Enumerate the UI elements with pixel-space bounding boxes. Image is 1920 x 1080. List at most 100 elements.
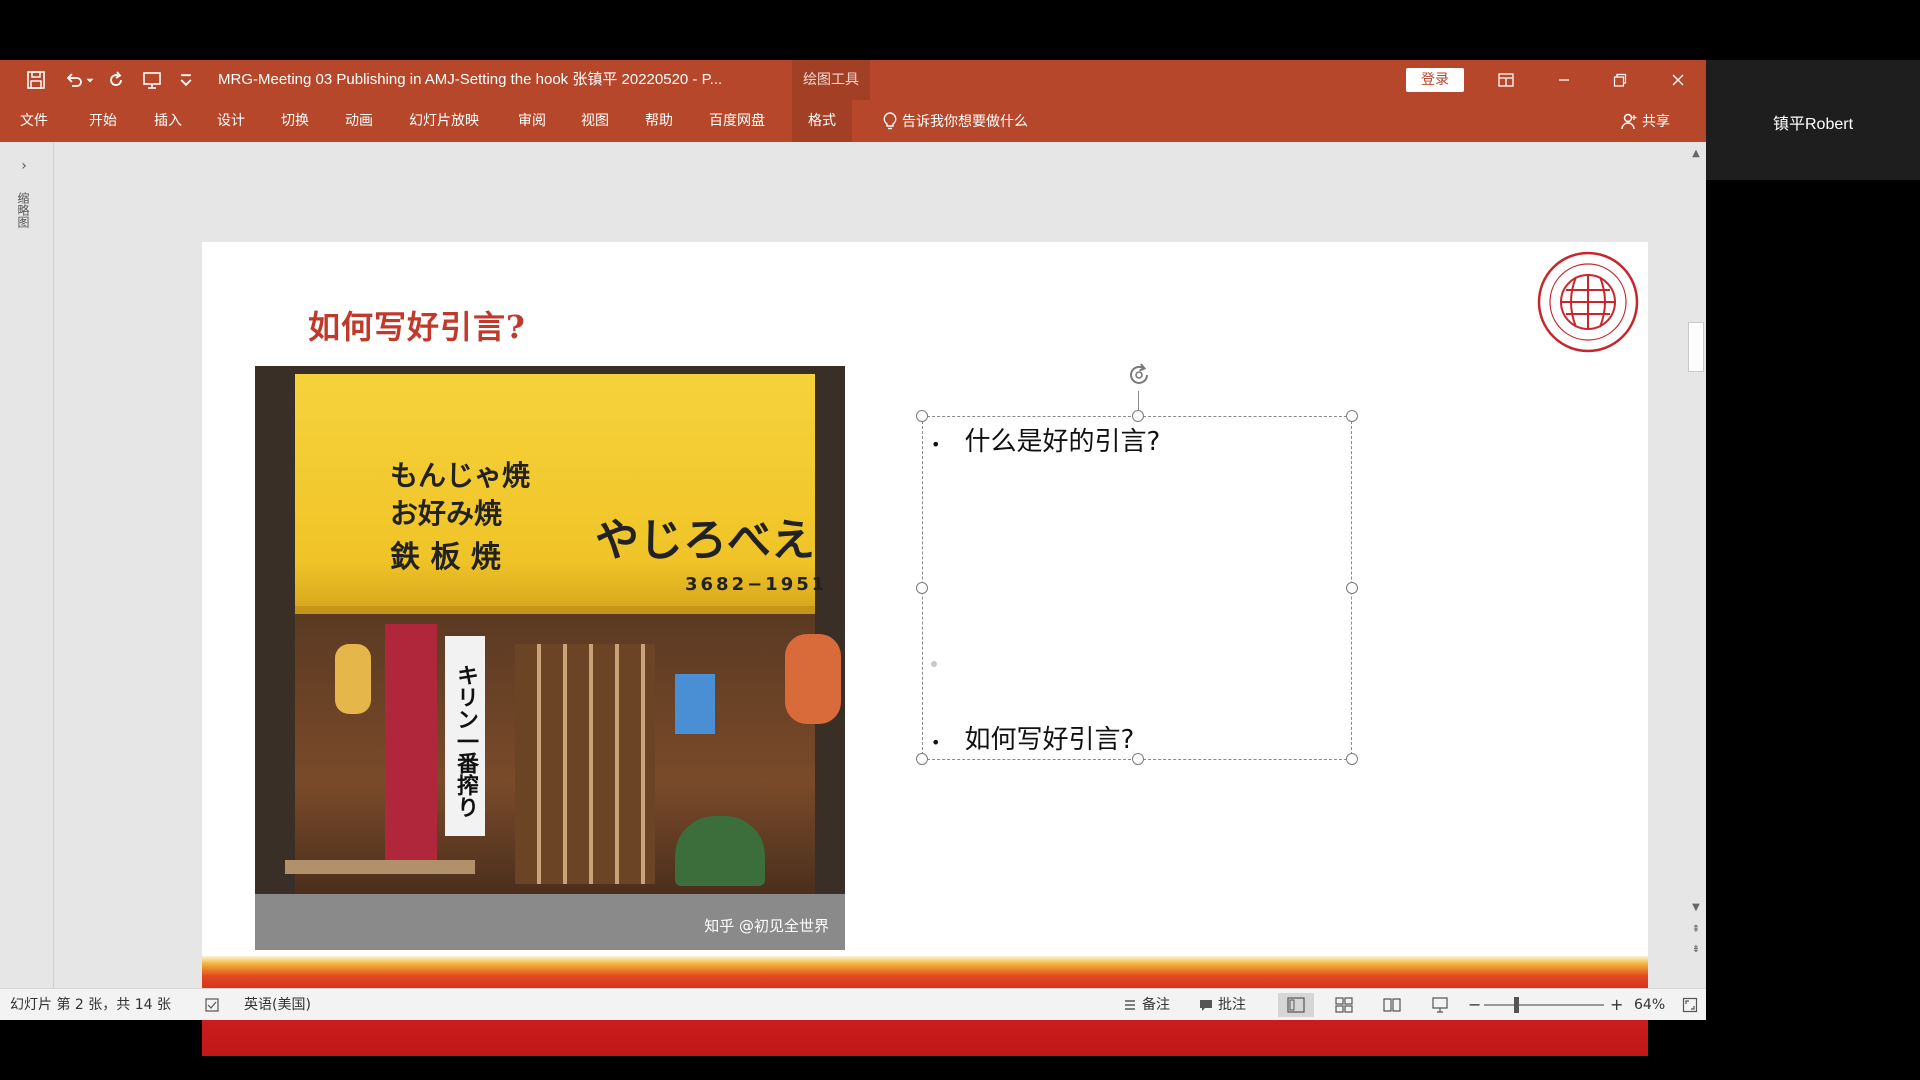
- slideshow-view-icon[interactable]: [1422, 993, 1458, 1017]
- resize-handle-left[interactable]: [916, 582, 928, 594]
- minimize-icon[interactable]: [1536, 60, 1592, 100]
- tab-help[interactable]: 帮助: [641, 100, 677, 142]
- bullet-text: 什么是好的引言?: [964, 427, 1161, 457]
- resize-handle-top-left[interactable]: [916, 410, 928, 422]
- awning-text-okonomiyaki: お好み焼: [390, 497, 503, 530]
- resize-handle-bottom-right[interactable]: [1346, 753, 1358, 765]
- tab-home[interactable]: 开始: [85, 100, 121, 142]
- thumbnail-pane: › 缩略图: [0, 142, 54, 988]
- photo-watermark: 知乎 @初见全世界: [704, 917, 829, 935]
- bullet-dot: •: [931, 733, 941, 752]
- resize-handle-bottom-left[interactable]: [916, 753, 928, 765]
- tab-animations[interactable]: 动画: [341, 100, 377, 142]
- thumbnail-pane-label[interactable]: 缩略图: [16, 192, 32, 228]
- customize-qat-icon[interactable]: [178, 68, 194, 92]
- resize-handle-top-right[interactable]: [1346, 410, 1358, 422]
- share-label: 共享: [1642, 114, 1670, 130]
- tab-review[interactable]: 审阅: [514, 100, 550, 142]
- undo-icon[interactable]: [62, 68, 86, 92]
- ribbon-display-options-icon[interactable]: [1478, 60, 1534, 100]
- tab-format[interactable]: 格式: [792, 100, 852, 142]
- tab-insert[interactable]: 插入: [150, 100, 186, 142]
- tab-design[interactable]: 设计: [213, 100, 249, 142]
- notes-button[interactable]: 备注: [1122, 989, 1170, 1021]
- powerpoint-window: MRG-Meeting 03 Publishing in AMJ-Setting…: [0, 60, 1706, 1056]
- awning-text-teppanyaki: 鉄 板 焼: [390, 540, 501, 575]
- awning-text-monjayaki: もんじゃ焼: [390, 459, 531, 492]
- empty-bullet-placeholder: [931, 661, 937, 667]
- scroll-down-arrow-icon[interactable]: ▼: [1690, 902, 1702, 914]
- zoom-slider[interactable]: [1484, 1004, 1604, 1006]
- expand-thumbnails-chevron-icon[interactable]: ›: [16, 158, 32, 174]
- previous-slide-icon[interactable]: ⇞: [1690, 924, 1702, 936]
- tell-me-text: 告诉我你想要做什么: [902, 114, 1028, 130]
- reading-view-icon[interactable]: [1374, 993, 1410, 1017]
- slide-editing-canvas: 如何写好引言? キリン一番搾り もんじゃ焼 お好み焼 鉄 板 焼 やじろべえ 3…: [54, 142, 1686, 1056]
- vertical-scrollbar[interactable]: ▲ ▼ ⇞ ⇟: [1686, 142, 1706, 988]
- undo-dropdown-icon[interactable]: [84, 68, 96, 92]
- save-icon[interactable]: [24, 68, 48, 92]
- comments-label: 批注: [1218, 997, 1246, 1013]
- comments-button[interactable]: 批注: [1198, 989, 1246, 1021]
- bullet-item[interactable]: • 什么是好的引言?: [931, 421, 1160, 458]
- tab-view[interactable]: 视图: [577, 100, 613, 142]
- fit-slide-to-window-icon[interactable]: [1682, 989, 1698, 1021]
- scroll-up-arrow-icon[interactable]: ▲: [1690, 148, 1702, 160]
- potted-plants: [675, 816, 765, 886]
- tab-transitions[interactable]: 切换: [277, 100, 313, 142]
- user-name: 镇平Robert: [1772, 116, 1854, 133]
- notes-icon: [1125, 1000, 1135, 1010]
- slide-sorter-view-icon[interactable]: [1326, 993, 1362, 1017]
- ribbon-tab-bar: 文件 开始 插入 设计 切换 动画 幻灯片放映 审阅 视图 帮助 百度网盘 格式…: [0, 100, 1706, 142]
- zoom-level[interactable]: 64%: [1634, 989, 1665, 1021]
- comment-icon: [1200, 1000, 1212, 1011]
- tab-baidu-netdisk[interactable]: 百度网盘: [705, 100, 769, 142]
- red-banner: [385, 624, 437, 864]
- storefront-photo[interactable]: キリン一番搾り もんじゃ焼 お好み焼 鉄 板 焼 やじろべえ 3682−1951: [255, 366, 845, 950]
- user-panel: 镇平Robert: [1706, 60, 1920, 180]
- tell-me-search[interactable]: 告诉我你想要做什么: [882, 100, 1028, 142]
- normal-view-icon[interactable]: [1278, 993, 1314, 1017]
- screen: MRG-Meeting 03 Publishing in AMJ-Setting…: [0, 0, 1920, 1080]
- kirin-banner-text: キリン一番搾り: [453, 664, 478, 818]
- next-slide-icon[interactable]: ⇟: [1690, 944, 1702, 956]
- bullet-item[interactable]: • 如何写好引言?: [931, 719, 1134, 756]
- drawing-tools-context-label: 绘图工具: [792, 60, 870, 100]
- slide-title[interactable]: 如何写好引言?: [308, 302, 526, 348]
- close-icon[interactable]: [1650, 60, 1706, 100]
- lightbulb-icon: [883, 112, 897, 130]
- start-slideshow-icon[interactable]: [140, 68, 164, 92]
- poster: [675, 674, 715, 734]
- redo-icon[interactable]: [104, 68, 128, 92]
- awning-shop-name: やじろべえ: [595, 515, 815, 566]
- zoom-out-icon[interactable]: −: [1468, 989, 1481, 1021]
- language-indicator[interactable]: 英语(美国): [244, 989, 311, 1021]
- yellow-awning: もんじゃ焼 お好み焼 鉄 板 焼 やじろべえ 3682−1951: [295, 374, 824, 614]
- tab-slideshow[interactable]: 幻灯片放映: [405, 100, 483, 142]
- accessibility-check-icon[interactable]: [204, 989, 220, 1021]
- university-emblem-logo: [1537, 251, 1639, 353]
- lantern-right: [785, 634, 841, 724]
- status-bar: 幻灯片 第 2 张，共 14 张 英语(美国) 备注 批注 − + 64%: [0, 988, 1706, 1020]
- bullet-text-box[interactable]: • 什么是好的引言? • 如何写好引言?: [916, 363, 1358, 765]
- notes-label: 备注: [1142, 997, 1170, 1013]
- awning-phone-number: 3682−1951: [685, 574, 828, 595]
- resize-handle-right[interactable]: [1346, 582, 1358, 594]
- title-bar: MRG-Meeting 03 Publishing in AMJ-Setting…: [0, 60, 1706, 100]
- bullet-dot: •: [931, 435, 941, 454]
- scroll-thumb[interactable]: [1688, 322, 1704, 372]
- document-title: MRG-Meeting 03 Publishing in AMJ-Setting…: [218, 71, 723, 88]
- zoom-slider-knob[interactable]: [1514, 997, 1519, 1013]
- lantern-left: [335, 644, 371, 714]
- rotate-handle-icon[interactable]: [1125, 361, 1153, 389]
- shop-door: [515, 644, 655, 884]
- share-button[interactable]: 共享: [1620, 100, 1670, 142]
- bullet-text: 如何写好引言?: [964, 725, 1135, 755]
- slide-counter[interactable]: 幻灯片 第 2 张，共 14 张: [10, 989, 171, 1021]
- tab-file[interactable]: 文件: [16, 100, 52, 142]
- slide[interactable]: 如何写好引言? キリン一番搾り もんじゃ焼 お好み焼 鉄 板 焼 やじろべえ 3…: [202, 242, 1648, 1056]
- zoom-in-icon[interactable]: +: [1610, 989, 1623, 1021]
- restore-icon[interactable]: [1592, 60, 1648, 100]
- login-button[interactable]: 登录: [1406, 68, 1464, 92]
- bench: [285, 860, 475, 874]
